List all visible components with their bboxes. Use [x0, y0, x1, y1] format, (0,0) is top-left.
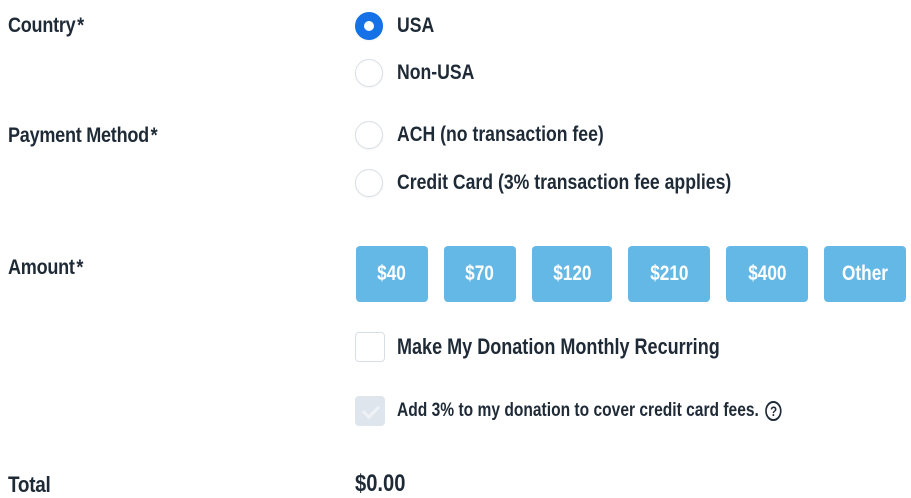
- country-label: Country*: [8, 14, 84, 38]
- required-mark: *: [150, 124, 158, 147]
- country-option-usa[interactable]: USA: [355, 10, 441, 42]
- donation-form: Country* USA Non-USA Payment Method* ACH…: [0, 0, 911, 498]
- amount-button-400[interactable]: $400: [726, 246, 808, 302]
- amount-label: Amount*: [8, 256, 83, 280]
- radio-usa[interactable]: [355, 12, 383, 40]
- amount-button-40[interactable]: $40: [356, 246, 428, 302]
- amount-button-other-label: Other: [842, 262, 888, 285]
- payment-option-credit-card-label: Credit Card (3% transaction fee applies): [397, 171, 732, 194]
- required-mark: *: [76, 256, 84, 279]
- amount-label-text: Amount: [8, 256, 75, 279]
- payment-option-credit-card[interactable]: Credit Card (3% transaction fee applies): [355, 167, 795, 199]
- recurring-checkbox-label: Make My Donation Monthly Recurring: [397, 334, 720, 359]
- radio-non-usa[interactable]: [355, 59, 383, 87]
- question-circle-icon[interactable]: ?: [765, 401, 782, 421]
- amount-button-40-label: $40: [377, 262, 407, 285]
- amount-button-210-label: $210: [649, 262, 689, 285]
- amount-button-120-label: $120: [552, 262, 592, 285]
- radio-ach[interactable]: [355, 121, 383, 149]
- recurring-option[interactable]: Make My Donation Monthly Recurring: [355, 332, 791, 362]
- amount-button-group: $40 $70 $120 $210 $400 Other: [356, 246, 906, 302]
- amount-button-120[interactable]: $120: [532, 246, 612, 302]
- payment-option-ach-label: ACH (no transaction fee): [397, 123, 604, 146]
- country-option-usa-label: USA: [397, 14, 435, 37]
- cover-fees-option: Add 3% to my donation to cover credit ca…: [355, 396, 866, 426]
- country-option-non-usa[interactable]: Non-USA: [355, 57, 489, 89]
- country-option-non-usa-label: Non-USA: [397, 61, 475, 84]
- required-mark: *: [77, 14, 84, 37]
- total-value: $0.00: [355, 470, 406, 497]
- payment-method-label-text: Payment Method: [8, 124, 149, 147]
- cover-fees-checkbox-label: Add 3% to my donation to cover credit ca…: [397, 400, 782, 422]
- total-label: Total: [8, 472, 51, 497]
- amount-button-210[interactable]: $210: [628, 246, 710, 302]
- amount-button-other[interactable]: Other: [824, 246, 906, 302]
- cover-fees-label-text: Add 3% to my donation to cover credit ca…: [397, 400, 759, 421]
- cover-fees-checkbox: [355, 396, 385, 426]
- country-label-text: Country: [8, 14, 76, 37]
- amount-button-70[interactable]: $70: [444, 246, 516, 302]
- payment-method-label: Payment Method*: [8, 124, 158, 148]
- amount-button-400-label: $400: [747, 262, 787, 285]
- payment-option-ach[interactable]: ACH (no transaction fee): [355, 119, 643, 151]
- radio-credit-card[interactable]: [355, 169, 383, 197]
- amount-button-70-label: $70: [465, 262, 495, 285]
- recurring-checkbox[interactable]: [355, 332, 385, 362]
